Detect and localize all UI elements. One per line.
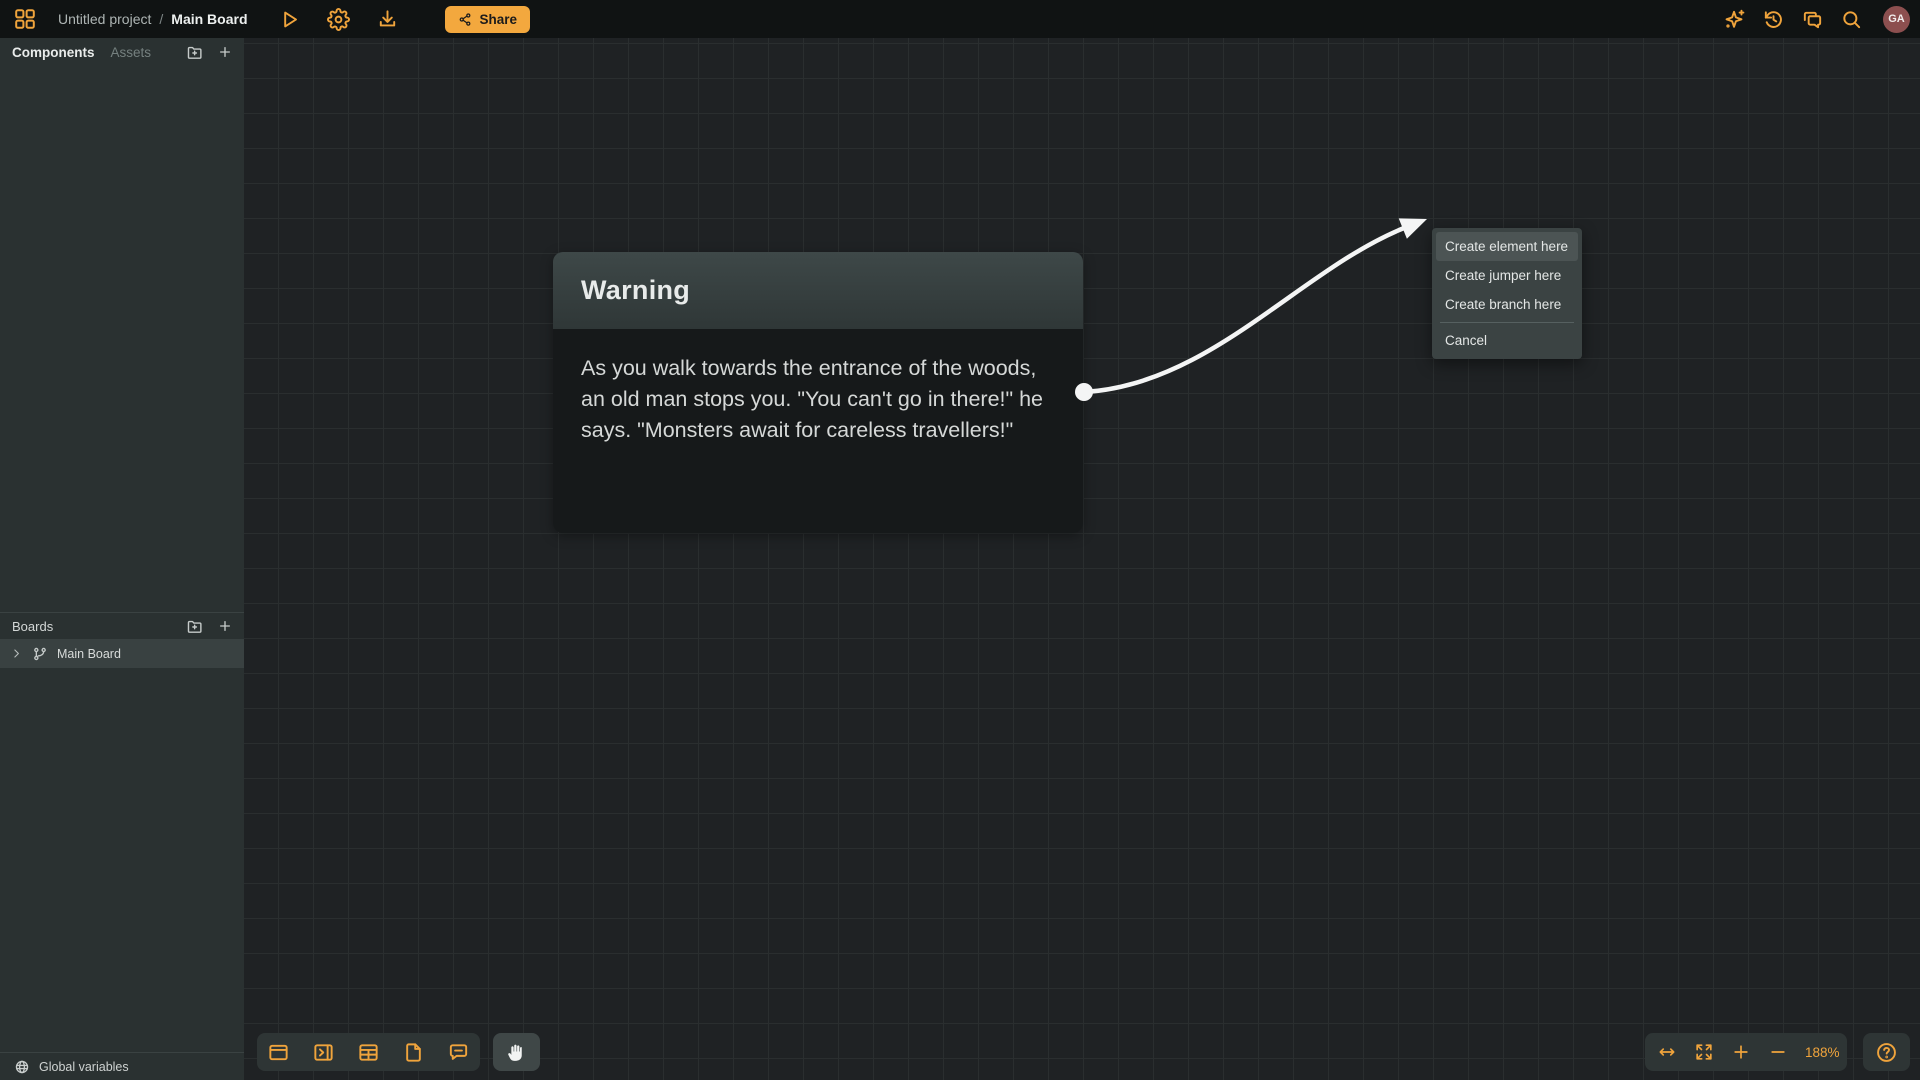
sparkle-icon [1723,8,1746,31]
connection-curve [244,38,1920,1080]
share-icon [458,12,473,27]
sidebar: Components Assets Boards [0,38,244,1080]
menu-item-create-jumper[interactable]: Create jumper here [1436,261,1578,290]
note-page-icon [402,1041,425,1064]
connector-handle[interactable] [1075,383,1093,401]
fit-screen-button[interactable] [1694,1042,1714,1062]
arrowhead-icon [1399,218,1427,238]
share-button[interactable]: Share [445,6,531,33]
element-node[interactable]: Warning As you walk towards the entrance… [553,252,1083,533]
create-note-tool-button[interactable] [402,1041,425,1064]
folder-plus-icon [186,618,203,635]
settings-button[interactable] [327,8,350,31]
create-element-tool-button[interactable] [267,1041,290,1064]
board-row-label: Main Board [57,647,121,661]
minus-icon [1768,1042,1788,1062]
avatar-initials: GA [1888,13,1905,25]
plus-icon [1731,1042,1751,1062]
jumper-icon [312,1041,335,1064]
share-button-label: Share [480,12,518,27]
tab-assets[interactable]: Assets [111,45,152,60]
components-panel-header: Components Assets [0,38,244,66]
element-tools-toolbar [257,1033,480,1071]
app-logo-icon [13,7,37,31]
menu-separator [1440,322,1574,323]
history-icon [1762,8,1785,31]
folder-plus-icon [186,44,203,61]
chevron-right-icon [10,647,23,660]
add-board-button[interactable] [216,617,234,635]
board-row-main-board[interactable]: Main Board [0,639,244,668]
ai-assistant-button[interactable] [1723,8,1746,31]
element-node-header: Warning [553,252,1083,329]
plus-icon [217,618,233,634]
create-comment-tool-button[interactable] [447,1041,470,1064]
export-button[interactable] [376,8,399,31]
avatar[interactable]: GA [1883,6,1910,33]
boards-panel-header: Boards [0,612,244,639]
element-node-title: Warning [581,275,690,306]
breadcrumb: Untitled project / Main Board [58,11,248,27]
app-menu-button[interactable] [12,6,38,32]
play-icon [278,8,301,31]
comments-button[interactable] [1801,8,1824,31]
board-branch-icon [32,646,48,662]
global-variables-button[interactable]: Global variables [0,1052,244,1080]
fit-width-button[interactable] [1657,1042,1677,1062]
fit-width-icon [1657,1042,1677,1062]
hand-tool-button[interactable] [493,1033,540,1071]
history-button[interactable] [1762,8,1785,31]
comment-bubble-icon [447,1041,470,1064]
add-board-folder-button[interactable] [185,617,203,635]
menu-item-create-branch[interactable]: Create branch here [1436,290,1578,319]
topbar-right: GA [1723,6,1910,33]
create-branch-tool-button[interactable] [357,1041,380,1064]
create-jumper-tool-button[interactable] [312,1041,335,1064]
tab-components[interactable]: Components [12,45,95,60]
menu-item-create-element[interactable]: Create element here [1436,232,1578,261]
expand-arrows-icon [1694,1042,1714,1062]
zoom-out-button[interactable] [1768,1042,1788,1062]
element-card-icon [267,1041,290,1064]
help-button[interactable] [1863,1033,1910,1071]
canvas[interactable]: Warning As you walk towards the entrance… [244,38,1920,1080]
breadcrumb-board: Main Board [171,11,247,27]
play-button[interactable] [278,8,301,31]
components-list [0,66,244,612]
menu-item-cancel[interactable]: Cancel [1436,326,1578,355]
add-component-button[interactable] [216,43,234,61]
question-mark-icon [1875,1041,1898,1064]
search-icon [1840,8,1863,31]
zoom-level: 188% [1805,1045,1840,1060]
plus-icon [217,44,233,60]
zoom-toolbar: 188% [1645,1033,1847,1071]
gear-icon [327,8,350,31]
add-component-folder-button[interactable] [185,43,203,61]
download-icon [376,8,399,31]
table-icon [357,1041,380,1064]
hand-icon [506,1042,527,1063]
element-node-text: As you walk towards the entrance of the … [581,353,1055,446]
globe-icon [14,1059,30,1075]
topbar: Untitled project / Main Board Share [0,0,1920,38]
chat-icon [1801,8,1824,31]
context-menu: Create element here Create jumper here C… [1432,228,1582,359]
global-variables-label: Global variables [39,1060,129,1074]
breadcrumb-separator: / [159,11,163,27]
boards-header-label: Boards [12,619,53,634]
zoom-in-button[interactable] [1731,1042,1751,1062]
element-node-body: As you walk towards the entrance of the … [553,329,1083,533]
search-button[interactable] [1840,8,1863,31]
breadcrumb-project[interactable]: Untitled project [58,11,151,27]
topbar-actions: Share [278,6,531,33]
